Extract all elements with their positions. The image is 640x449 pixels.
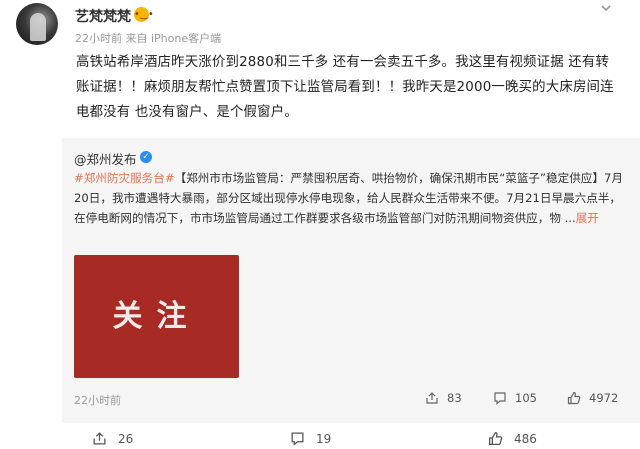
emoji-badge-icon: •‿• bbox=[134, 7, 154, 22]
post-meta: 22小时前 来自 iPhone客户端 bbox=[75, 32, 222, 45]
repost-author[interactable]: @郑州发布 bbox=[74, 149, 137, 168]
hashtag-link[interactable]: #郑州防灾服务台# bbox=[74, 171, 175, 185]
like-icon bbox=[488, 431, 503, 446]
comment-button[interactable]: 19 bbox=[290, 431, 331, 446]
comment-icon bbox=[493, 391, 507, 405]
repost-button[interactable]: 26 bbox=[92, 431, 133, 446]
repost-icon bbox=[425, 391, 439, 405]
repost-repost-count[interactable]: 83 bbox=[425, 391, 462, 405]
avatar[interactable] bbox=[16, 3, 58, 45]
comment-icon bbox=[290, 431, 305, 446]
username[interactable]: 艺梵梵梵 bbox=[75, 6, 131, 26]
post-header: 艺梵梵梵 •‿• 22小时前 来自 iPhone客户端 bbox=[0, 0, 640, 50]
repost-time: 22小时前 bbox=[74, 394, 121, 407]
repost-comment-count[interactable]: 105 bbox=[493, 391, 537, 405]
more-icon[interactable] bbox=[600, 2, 612, 14]
repost-icon bbox=[92, 431, 107, 446]
expand-link[interactable]: 展开 bbox=[576, 211, 599, 225]
post-text: 高铁站希岸酒店昨天涨价到2880和三千多 还有一会卖五千多。我这里有视频证据 还… bbox=[76, 55, 614, 120]
verified-icon: ✓ bbox=[140, 151, 152, 163]
follow-image-text: 关注 bbox=[112, 299, 201, 334]
repost-like-count[interactable]: 4972 bbox=[567, 391, 618, 405]
repost-text: #郑州防灾服务台#【郑州市市场监管局：严禁囤积居奇、哄抬物价，确保汛期市民“菜篮… bbox=[74, 168, 629, 228]
like-icon bbox=[567, 391, 581, 405]
like-button[interactable]: 486 bbox=[488, 431, 537, 446]
action-bar: 26 19 486 bbox=[0, 423, 640, 449]
follow-image[interactable]: 关注 bbox=[74, 255, 239, 378]
repost-card[interactable]: @郑州发布 ✓ #郑州防灾服务台#【郑州市市场监管局：严禁囤积居奇、哄抬物价，确… bbox=[62, 138, 640, 423]
